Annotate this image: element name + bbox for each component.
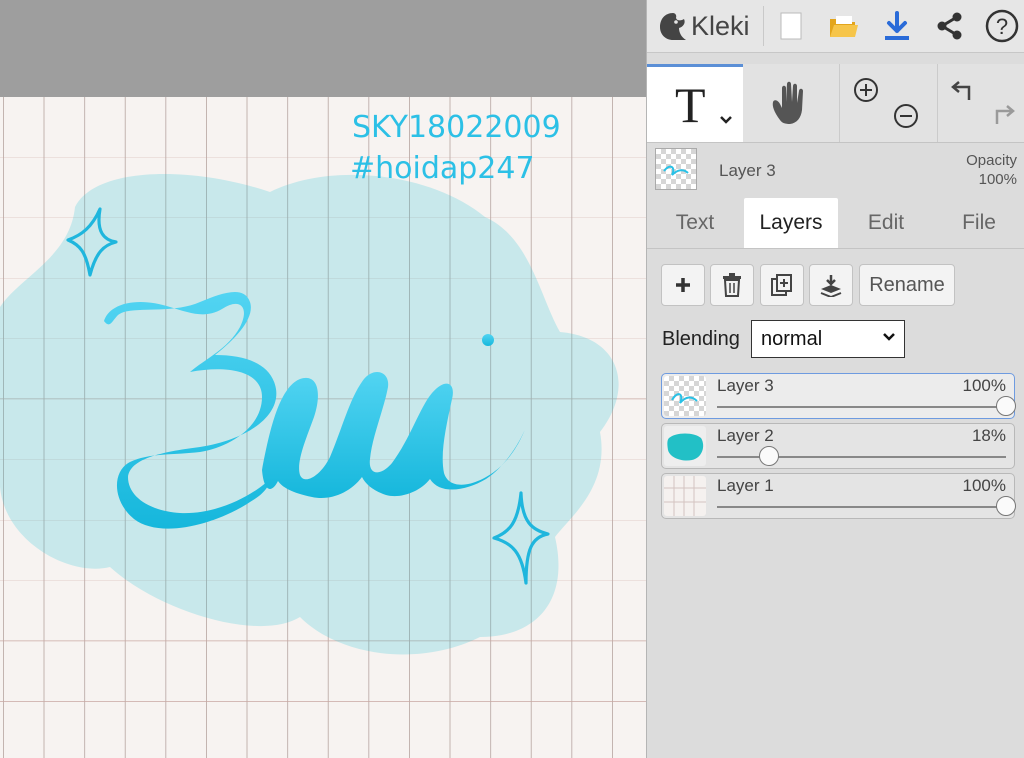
app-logo[interactable]: Kleki	[657, 8, 750, 44]
share-button[interactable]	[930, 6, 970, 46]
redo-icon	[995, 105, 1015, 124]
help-icon: ?	[985, 9, 1019, 43]
blending-select[interactable]: normal	[751, 320, 905, 358]
side-panel: Kleki ? T Layer 3 Opacity 100% Text Laye…	[646, 0, 1024, 758]
undo-button[interactable]	[949, 76, 979, 111]
hand-tool-button[interactable]	[743, 64, 837, 142]
chevron-down-icon[interactable]	[719, 115, 733, 125]
layer-row-1[interactable]: Layer 1 100%	[661, 473, 1016, 519]
layer-opacity-value: 100%	[962, 376, 1006, 395]
share-icon	[937, 12, 962, 40]
panel-tabs: Text Layers Edit File	[647, 198, 1024, 249]
layer-row-2[interactable]: Layer 2 18%	[661, 423, 1015, 469]
current-layer-thumbnail	[655, 148, 697, 190]
layer-name: Layer 2	[717, 426, 774, 445]
kleki-logo-icon	[660, 13, 686, 40]
app-name: Kleki	[691, 10, 750, 41]
separator	[937, 64, 938, 142]
zoom-out-button[interactable]	[892, 102, 920, 135]
canvas-area[interactable]: SKY18022009 #hoidap247	[0, 0, 646, 758]
trash-icon	[723, 273, 741, 297]
text-tool-icon: T	[675, 77, 706, 133]
blending-value: normal	[761, 327, 823, 350]
new-image-button[interactable]	[771, 6, 811, 46]
merge-layer-button[interactable]	[809, 264, 853, 306]
watermark-line1: SKY18022009	[352, 110, 561, 145]
help-button[interactable]: ?	[982, 6, 1022, 46]
tab-file[interactable]: File	[934, 198, 1024, 248]
delete-layer-button[interactable]	[710, 264, 754, 306]
watermark-line2: #hoidap247	[350, 151, 535, 186]
current-layer-name: Layer 3	[719, 161, 776, 180]
layer-opacity-slider[interactable]	[717, 406, 1006, 408]
undo-icon	[951, 81, 971, 100]
layer-opacity-knob[interactable]	[759, 446, 780, 466]
svg-text:?: ?	[996, 14, 1008, 39]
tab-layers[interactable]: Layers	[744, 198, 838, 248]
separator	[839, 64, 840, 142]
current-layer-opacity: Opacity 100%	[966, 152, 1017, 188]
duplicate-icon	[771, 274, 792, 296]
tab-text[interactable]: Text	[647, 198, 743, 248]
layer-thumbnail	[664, 376, 706, 416]
zoom-in-icon	[854, 78, 878, 102]
rename-layer-button[interactable]: Rename	[859, 264, 955, 306]
chevron-down-icon	[883, 333, 895, 341]
drawing-canvas[interactable]: SKY18022009 #hoidap247	[0, 97, 646, 758]
redo-button[interactable]	[987, 100, 1017, 135]
zoom-out-icon	[894, 104, 918, 128]
layer-opacity-knob[interactable]	[996, 396, 1016, 416]
open-folder-icon	[830, 16, 858, 37]
zoom-in-button[interactable]	[852, 76, 880, 109]
layer-opacity-slider[interactable]	[717, 506, 1006, 508]
tab-edit[interactable]: Edit	[839, 198, 933, 248]
layer-thumbnail	[664, 426, 706, 466]
layer-thumbnail	[664, 476, 706, 516]
duplicate-layer-button[interactable]	[760, 264, 804, 306]
layer-opacity-value: 100%	[962, 476, 1006, 495]
current-layer-bar: Layer 3 Opacity 100%	[647, 144, 1024, 198]
layer-opacity-value: 18%	[971, 426, 1006, 445]
layer-name: Layer 3	[717, 376, 774, 395]
text-tool-button[interactable]: T	[647, 64, 743, 142]
hand-icon	[772, 81, 803, 124]
download-button[interactable]	[877, 6, 917, 46]
drawing-artwork: SKY18022009 #hoidap247	[0, 97, 646, 758]
layer-name: Layer 1	[717, 476, 774, 495]
open-file-button[interactable]	[824, 6, 864, 46]
top-bar: Kleki ?	[647, 0, 1024, 53]
merge-down-icon	[820, 275, 842, 297]
layer-row-3[interactable]: Layer 3 100%	[661, 373, 1016, 419]
layer-opacity-knob[interactable]	[996, 496, 1016, 516]
separator	[763, 6, 764, 46]
download-icon	[885, 11, 909, 40]
add-layer-button[interactable]	[661, 264, 705, 306]
blending-label: Blending	[662, 328, 740, 350]
tool-row: T	[647, 64, 1024, 143]
plus-icon	[676, 278, 690, 292]
new-image-icon	[780, 12, 802, 40]
